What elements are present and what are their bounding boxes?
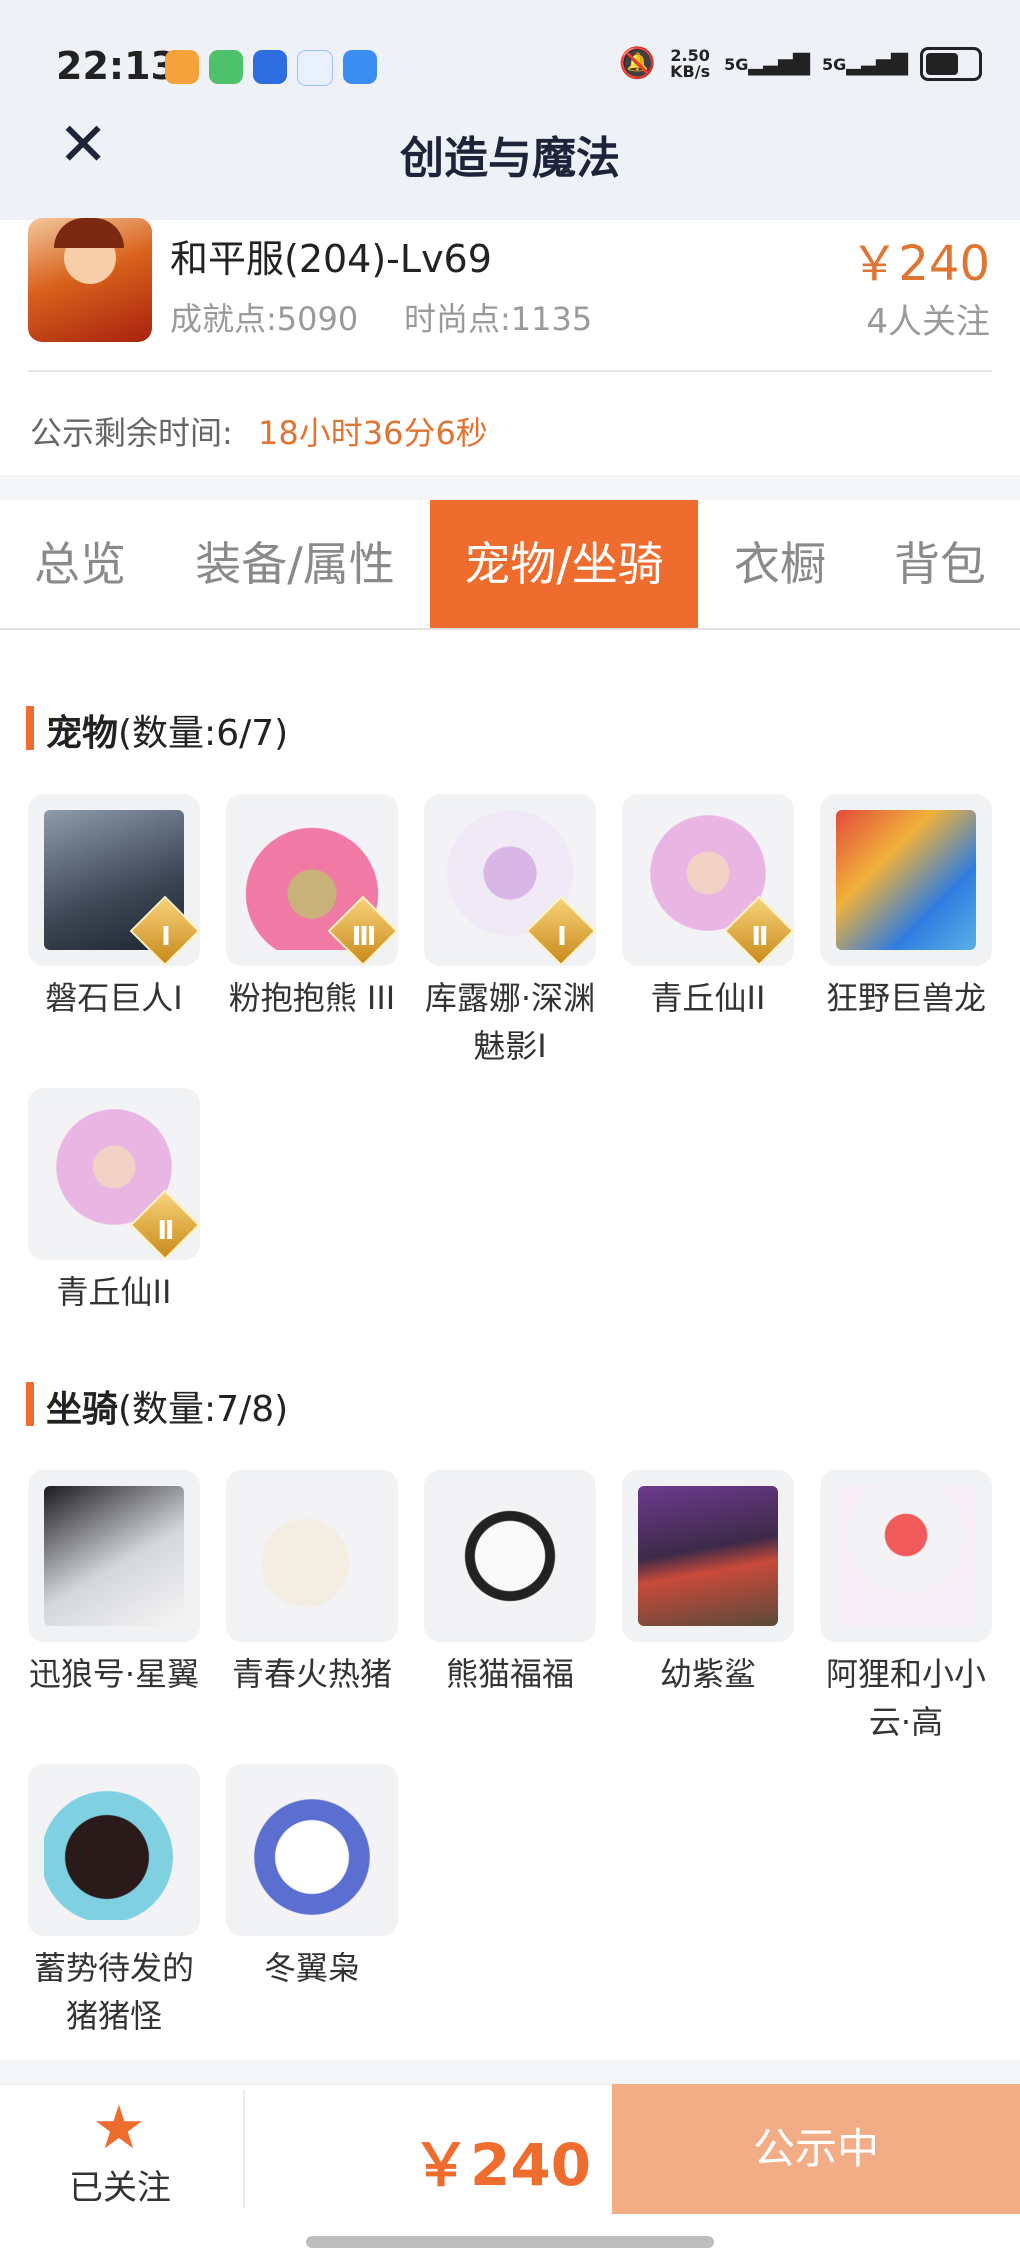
mount-thumbnail bbox=[28, 1764, 200, 1936]
pet-thumbnail: Ⅰ bbox=[424, 794, 596, 966]
tab-equipment[interactable]: 装备/属性 bbox=[180, 500, 410, 628]
countdown-label: 公示剩余时间: bbox=[30, 414, 233, 452]
tier-badge-label: Ⅱ bbox=[751, 922, 769, 952]
pet-item[interactable]: Ⅱ 青丘仙II bbox=[28, 1088, 200, 1316]
mount-thumbnail bbox=[424, 1470, 596, 1642]
mount-item[interactable]: 熊猫福福 bbox=[424, 1470, 596, 1698]
character-name: 和平服(204)-Lv69 bbox=[170, 237, 492, 281]
home-indicator[interactable] bbox=[306, 2236, 714, 2248]
mount-name: 幼紫鲨 bbox=[659, 1655, 756, 1693]
pet-item[interactable]: 狂野巨兽龙 bbox=[820, 794, 992, 1022]
mount-thumbnail bbox=[820, 1470, 992, 1642]
mount-item[interactable]: 蓄势待发的猪猪怪 bbox=[28, 1764, 200, 2040]
mount-thumbnail bbox=[622, 1470, 794, 1642]
signal-bars-icon: ▂▃▅▇ bbox=[846, 51, 908, 76]
mount-thumbnail bbox=[226, 1470, 398, 1642]
mount-name: 蓄势待发的猪猪怪 bbox=[33, 1949, 194, 2035]
mount-item[interactable]: 阿狸和小小云·高 bbox=[820, 1470, 992, 1746]
public-status-button[interactable]: 公示中 bbox=[612, 2084, 1020, 2214]
mount-thumbnail bbox=[226, 1764, 398, 1936]
page-title: 创造与魔法 bbox=[400, 133, 620, 184]
mount-item[interactable]: 冬翼枭 bbox=[226, 1764, 398, 1992]
mute-icon: 🔕 bbox=[618, 46, 657, 81]
listing-price: ￥240 bbox=[850, 236, 990, 292]
mounts-section-title: 坐骑(数量:7/8) bbox=[46, 1380, 288, 1432]
pets-section-title: 宠物(数量:6/7) bbox=[46, 704, 288, 756]
pets-count: (数量:6/7) bbox=[118, 713, 289, 754]
follow-label[interactable]: 已关注 bbox=[40, 2160, 200, 2209]
bottom-price: ￥240 bbox=[412, 2131, 592, 2199]
pet-item[interactable]: Ⅰ 磐石巨人Ⅰ bbox=[28, 794, 200, 1022]
watcher-count: 4人关注 bbox=[866, 302, 990, 342]
character-avatar bbox=[28, 218, 152, 342]
pet-name: 青丘仙II bbox=[650, 979, 766, 1017]
pet-item[interactable]: Ⅲ 粉抱抱熊 III bbox=[226, 794, 398, 1022]
mounts-count: (数量:7/8) bbox=[118, 1389, 289, 1430]
mount-thumbnail bbox=[28, 1470, 200, 1642]
signal-bars-icon: ▂▃▅▇ bbox=[748, 51, 810, 76]
mount-item[interactable]: 幼紫鲨 bbox=[622, 1470, 794, 1698]
divider bbox=[243, 2090, 245, 2208]
app-icon bbox=[343, 50, 377, 84]
divider bbox=[28, 370, 992, 372]
app-icon bbox=[297, 50, 333, 86]
pet-name: 磐石巨人Ⅰ bbox=[45, 979, 183, 1017]
status-time: 22:13 bbox=[56, 44, 177, 88]
pet-item[interactable]: Ⅰ 库露娜·深渊魅影I bbox=[424, 794, 596, 1070]
tab-wardrobe[interactable]: 衣橱 bbox=[720, 500, 840, 628]
mount-item[interactable]: 青春火热猪 bbox=[226, 1470, 398, 1698]
battery-icon bbox=[920, 46, 982, 81]
mount-name: 阿狸和小小云·高 bbox=[825, 1655, 986, 1741]
pet-thumbnail: Ⅱ bbox=[622, 794, 794, 966]
tier-badge-label: Ⅰ bbox=[557, 922, 567, 952]
pet-thumbnail: Ⅰ bbox=[28, 794, 200, 966]
notification-icons bbox=[165, 50, 377, 86]
status-right: 🔕 2.50 KB/s 5G▂▃▅▇ 5G▂▃▅▇ bbox=[619, 46, 982, 81]
signal-label: 5G bbox=[822, 55, 847, 74]
pet-thumbnail bbox=[820, 794, 992, 966]
mount-name: 冬翼枭 bbox=[263, 1949, 360, 1987]
section-marker bbox=[26, 1382, 34, 1426]
app-icon bbox=[253, 50, 287, 84]
tab-overview[interactable]: 总览 bbox=[10, 500, 150, 628]
signal-5g-2: 5G▂▃▅▇ bbox=[822, 51, 908, 76]
tier-badge-label: Ⅱ bbox=[157, 1216, 175, 1246]
signal-label: 5G bbox=[724, 55, 749, 74]
tier-badge-label: Ⅲ bbox=[351, 922, 377, 952]
app-icon bbox=[209, 50, 243, 84]
net-speed: 2.50 KB/s bbox=[670, 47, 711, 81]
pet-item[interactable]: Ⅱ 青丘仙II bbox=[622, 794, 794, 1022]
achievement-points: 成就点:5090 bbox=[170, 300, 359, 338]
star-icon[interactable]: ★ bbox=[92, 2098, 146, 2158]
mount-name: 迅狼号·星翼 bbox=[28, 1655, 200, 1693]
tab-pets-mounts[interactable]: 宠物/坐骑 bbox=[430, 500, 698, 628]
signal-5g-1: 5G▂▃▅▇ bbox=[724, 51, 810, 76]
app-icon bbox=[165, 50, 199, 84]
pet-name: 狂野巨兽龙 bbox=[825, 979, 986, 1017]
tier-badge-label: Ⅰ bbox=[161, 922, 171, 952]
fashion-points: 时尚点:1135 bbox=[404, 300, 593, 338]
section-marker bbox=[26, 706, 34, 750]
net-speed-unit: KB/s bbox=[670, 61, 711, 81]
pet-name: 青丘仙II bbox=[56, 1273, 172, 1311]
tab-backpack[interactable]: 背包 bbox=[880, 500, 1000, 628]
pet-thumbnail: Ⅱ bbox=[28, 1088, 200, 1260]
pet-name: 粉抱抱熊 III bbox=[228, 979, 396, 1017]
mount-item[interactable]: 迅狼号·星翼 bbox=[28, 1470, 200, 1698]
mount-name: 青春火热猪 bbox=[231, 1655, 392, 1693]
pet-thumbnail: Ⅲ bbox=[226, 794, 398, 966]
mounts-title: 坐骑 bbox=[46, 1389, 119, 1430]
countdown-value: 18小时36分6秒 bbox=[258, 414, 488, 452]
mount-name: 熊猫福福 bbox=[445, 1655, 574, 1693]
pets-title: 宠物 bbox=[46, 713, 119, 754]
pet-name: 库露娜·深渊魅影I bbox=[424, 979, 596, 1065]
